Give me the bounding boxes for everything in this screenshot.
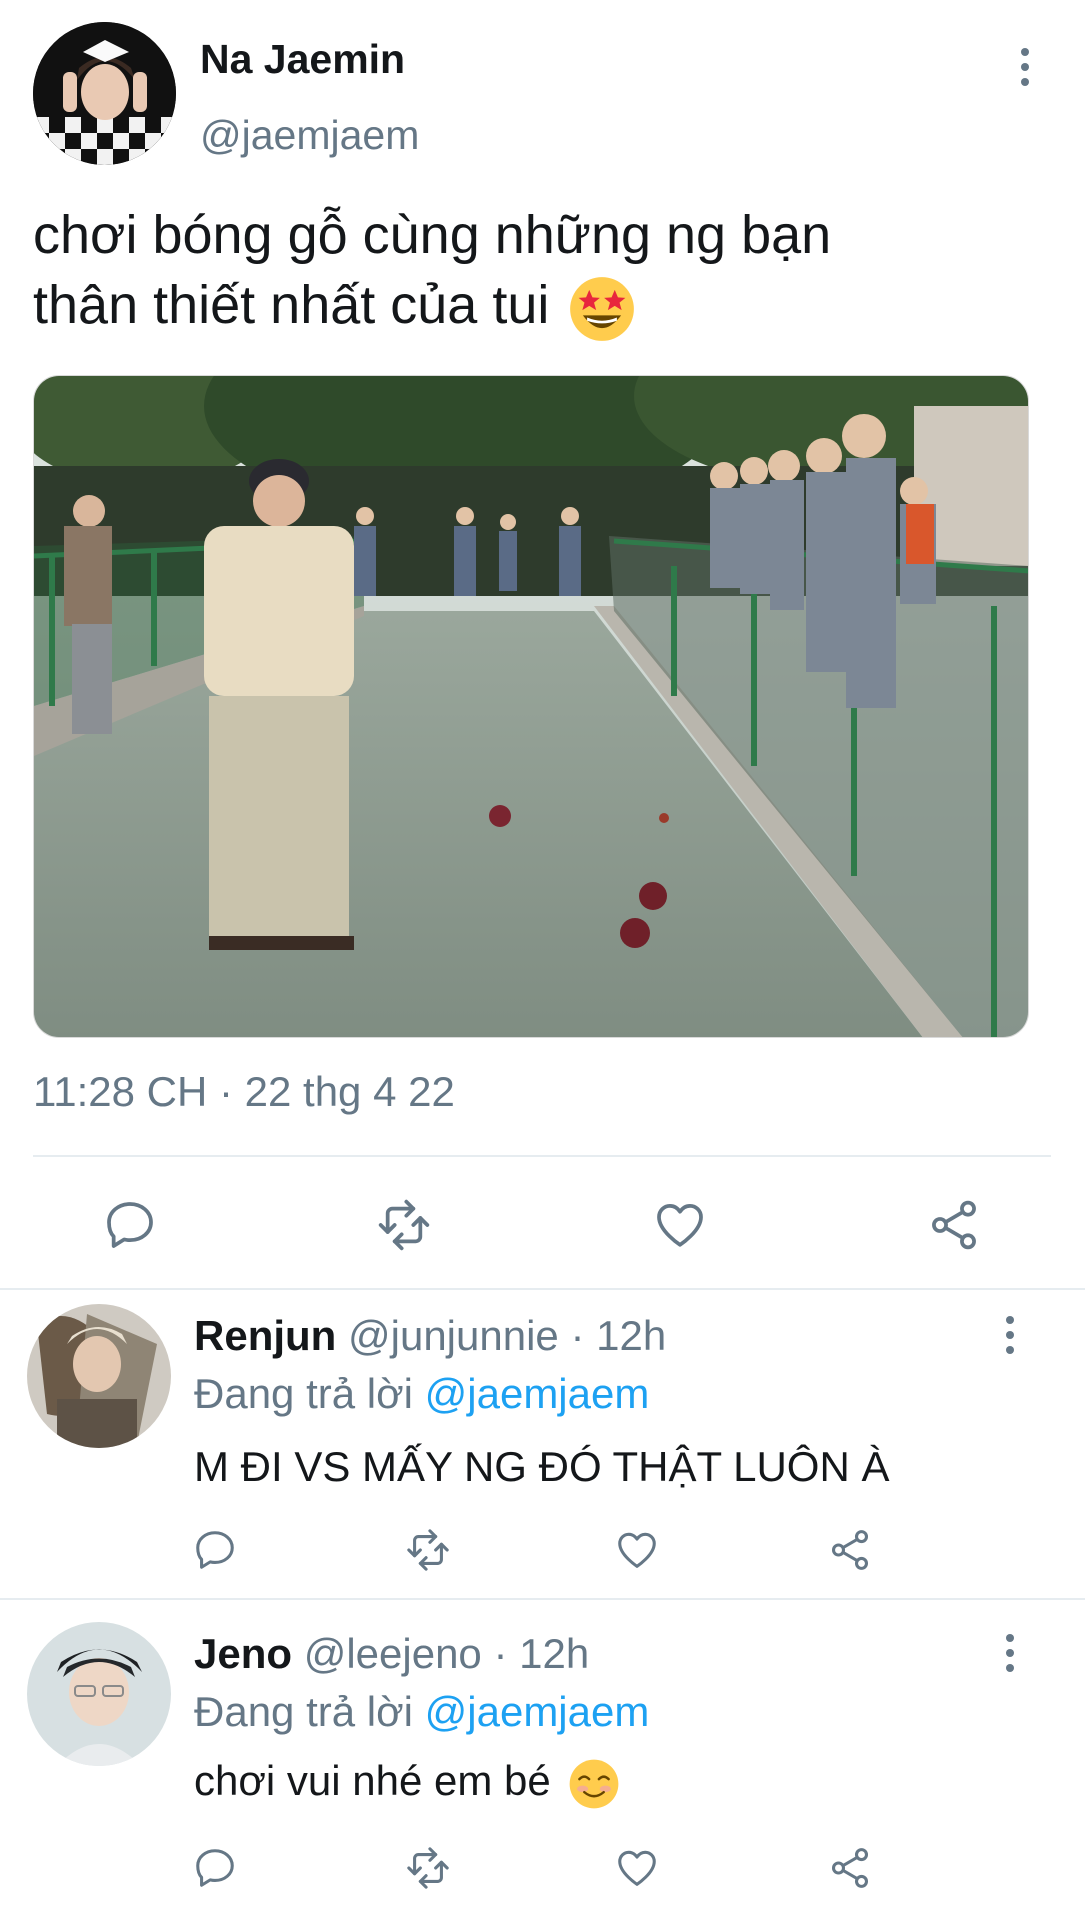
divider [0,1598,1085,1600]
reply-icon[interactable] [100,1195,160,1255]
reply-text: M ĐI VS MẤY NG ĐÓ THẬT LUÔN À [194,1443,890,1490]
tweet-photo[interactable] [33,375,1029,1038]
replying-to-mention[interactable]: @jaemjaem [425,1370,650,1417]
divider [33,1155,1051,1157]
share-icon[interactable] [825,1843,875,1893]
reply-handle-time[interactable]: @junjunnie · 12h [348,1312,666,1359]
reply-icon[interactable] [190,1525,240,1575]
smiling-face-emoji-icon [570,1759,619,1809]
tweet-text-line-2: thân thiết nhất của tui [33,275,550,335]
divider [0,1288,1085,1290]
share-icon[interactable] [924,1195,984,1255]
like-icon[interactable] [612,1525,662,1575]
author-avatar[interactable] [33,22,176,165]
reply-avatar-renjun[interactable] [27,1304,171,1448]
reply-icon[interactable] [190,1843,240,1893]
tweet-text: chơi bóng gỗ cùng những ng bạn thân thiế… [33,200,1033,343]
more-options-icon[interactable] [995,1628,1025,1678]
author-handle[interactable]: @jaemjaem [200,112,419,159]
share-icon[interactable] [825,1525,875,1575]
tweet-timestamp[interactable]: 11:28 CH · 22 thg 4 22 [33,1068,455,1116]
retweet-icon[interactable] [372,1195,436,1255]
replying-to: Đang trả lời @jaemjaem [194,1688,649,1736]
replying-to-label: Đang trả lời [194,1688,413,1735]
author-display-name[interactable]: Na Jaemin [200,36,405,83]
replying-to-mention[interactable]: @jaemjaem [425,1688,650,1735]
reply-avatar-jeno[interactable] [27,1622,171,1766]
retweet-icon[interactable] [402,1843,454,1893]
tweet-text-line-1: chơi bóng gỗ cùng những ng bạn [33,205,832,265]
reply-display-name[interactable]: Renjun [194,1312,336,1359]
like-icon[interactable] [612,1843,662,1893]
tweet-thread-screen: Na Jaemin @jaemjaem chơi bóng gỗ cùng nh… [0,0,1085,1920]
reply-display-name[interactable]: Jeno [194,1630,292,1677]
star-struck-emoji-icon [570,276,635,341]
retweet-icon[interactable] [402,1525,454,1575]
replying-to: Đang trả lời @jaemjaem [194,1370,649,1418]
like-icon[interactable] [650,1195,710,1255]
more-options-icon[interactable] [995,1310,1025,1360]
reply-text: chơi vui nhé em bé [194,1757,551,1804]
reply-handle-time[interactable]: @leejeno · 12h [304,1630,590,1677]
more-options-icon[interactable] [1010,42,1040,92]
replying-to-label: Đang trả lời [194,1370,413,1417]
